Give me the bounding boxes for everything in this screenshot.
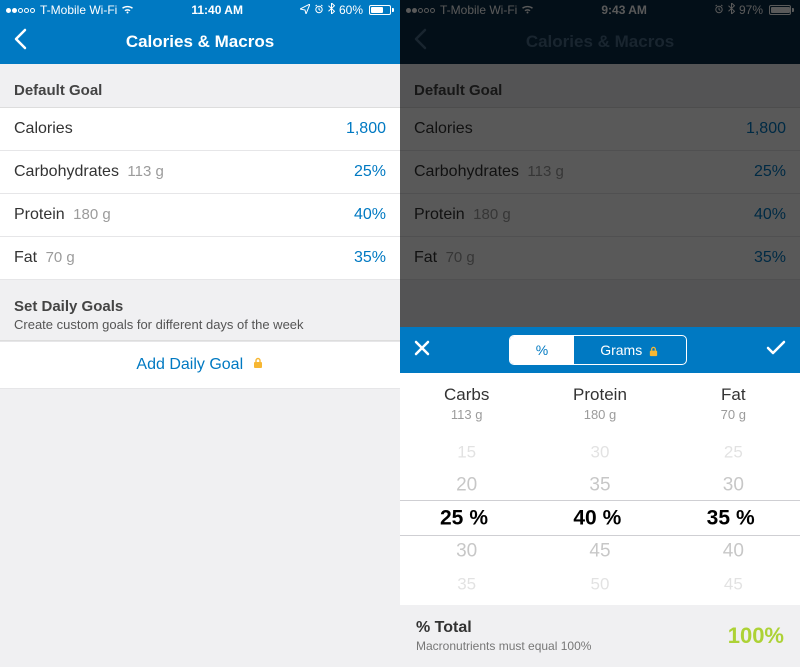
picker-option[interactable]: 35 xyxy=(400,567,533,600)
picker-option[interactable]: 30 xyxy=(667,468,800,501)
row-fat[interactable]: Fat 70 g 35% xyxy=(0,237,400,280)
unit-segmented-control: % Grams xyxy=(509,335,687,365)
confirm-button[interactable] xyxy=(766,339,786,362)
clock: 11:40 AM xyxy=(134,3,300,17)
bluetooth-icon xyxy=(328,3,335,17)
signal-dots-icon xyxy=(6,3,36,17)
row-sublabel: 113 g xyxy=(127,163,163,180)
location-arrow-icon xyxy=(300,3,310,17)
row-value: 40% xyxy=(354,206,386,224)
carrier-label: T-Mobile Wi-Fi xyxy=(40,3,117,17)
page-title: Calories & Macros xyxy=(0,32,400,52)
picker-option[interactable]: 45 xyxy=(667,567,800,600)
add-daily-goal-button[interactable]: Add Daily Goal xyxy=(0,341,400,389)
alarm-icon xyxy=(314,3,324,17)
macro-picker-modal: % Grams Carbs 113 g Protein 180 g xyxy=(400,327,800,667)
device-right: T-Mobile Wi-Fi 9:43 AM 97% Calories & Ma… xyxy=(400,0,800,667)
total-row: % Total Macronutrients must equal 100% 1… xyxy=(400,605,800,667)
picker-fat[interactable]: 1520253035%404550 xyxy=(667,430,800,605)
picker-headers: Carbs 113 g Protein 180 g Fat 70 g xyxy=(400,373,800,430)
picker-option[interactable]: 30 xyxy=(533,435,666,468)
picker-carbs[interactable]: 510152025%303540 xyxy=(400,430,533,605)
picker-option[interactable]: 50 xyxy=(667,600,800,605)
total-value: 100% xyxy=(728,623,784,649)
row-sublabel: 180 g xyxy=(73,206,111,223)
row-calories[interactable]: Calories 1,800 xyxy=(0,108,400,151)
device-left: T-Mobile Wi-Fi 11:40 AM 60% Calories & M… xyxy=(0,0,400,667)
tab-grams[interactable]: Grams xyxy=(574,336,686,364)
tab-percent[interactable]: % xyxy=(510,336,574,364)
row-label: Calories xyxy=(14,120,346,138)
picker-option[interactable]: 20 xyxy=(400,468,533,501)
add-daily-goal-label: Add Daily Goal xyxy=(136,356,243,373)
row-label: Fat 70 g xyxy=(14,249,354,267)
empty-space xyxy=(0,389,400,649)
picker-option[interactable]: 55 xyxy=(533,600,666,605)
status-bar: T-Mobile Wi-Fi 11:40 AM 60% xyxy=(0,0,400,20)
nav-bar: Calories & Macros xyxy=(0,20,400,64)
picker-option[interactable]: 15 xyxy=(400,435,533,468)
col-fat-header: Fat 70 g xyxy=(667,385,800,422)
section-default-goal: Default Goal xyxy=(0,64,400,108)
row-protein[interactable]: Protein 180 g 40% xyxy=(0,194,400,237)
row-value: 1,800 xyxy=(346,120,386,138)
picker-wheels: 510152025%303540 2025303540%455055 15202… xyxy=(400,430,800,605)
section-title: Set Daily Goals xyxy=(14,298,123,315)
picker-option[interactable]: 45 xyxy=(533,534,666,567)
lock-icon xyxy=(252,356,264,368)
row-label: Protein 180 g xyxy=(14,206,354,224)
section-subtitle: Create custom goals for different days o… xyxy=(14,317,386,332)
picker-protein[interactable]: 2025303540%455055 xyxy=(533,430,666,605)
total-sub: Macronutrients must equal 100% xyxy=(416,639,728,653)
row-value: 25% xyxy=(354,163,386,181)
row-sublabel: 70 g xyxy=(46,249,75,266)
picker-option[interactable]: 30 xyxy=(400,534,533,567)
picker-option[interactable]: 35 xyxy=(533,468,666,501)
lock-icon xyxy=(648,344,660,356)
picker-option[interactable]: 50 xyxy=(533,567,666,600)
wifi-icon xyxy=(121,3,134,17)
total-label: % Total xyxy=(416,619,728,637)
content: Default Goal Calories 1,800 Carbohydrate… xyxy=(0,64,400,649)
row-value: 35% xyxy=(354,249,386,267)
col-carbs-header: Carbs 113 g xyxy=(400,385,533,422)
picker-option[interactable]: 40 xyxy=(400,600,533,605)
modal-toolbar: % Grams xyxy=(400,327,800,373)
picker-option[interactable]: 25 xyxy=(667,435,800,468)
picker-option[interactable]: 40% xyxy=(533,501,666,534)
row-label: Carbohydrates 113 g xyxy=(14,163,354,181)
picker-option[interactable]: 25% xyxy=(400,501,533,534)
row-carbs[interactable]: Carbohydrates 113 g 25% xyxy=(0,151,400,194)
battery-icon xyxy=(367,5,394,15)
section-daily-goals: Set Daily Goals Create custom goals for … xyxy=(0,280,400,341)
col-protein-header: Protein 180 g xyxy=(533,385,666,422)
picker-option[interactable]: 35% xyxy=(667,501,800,534)
battery-pct: 60% xyxy=(339,3,363,17)
picker-option[interactable]: 40 xyxy=(667,534,800,567)
close-button[interactable] xyxy=(414,339,430,362)
